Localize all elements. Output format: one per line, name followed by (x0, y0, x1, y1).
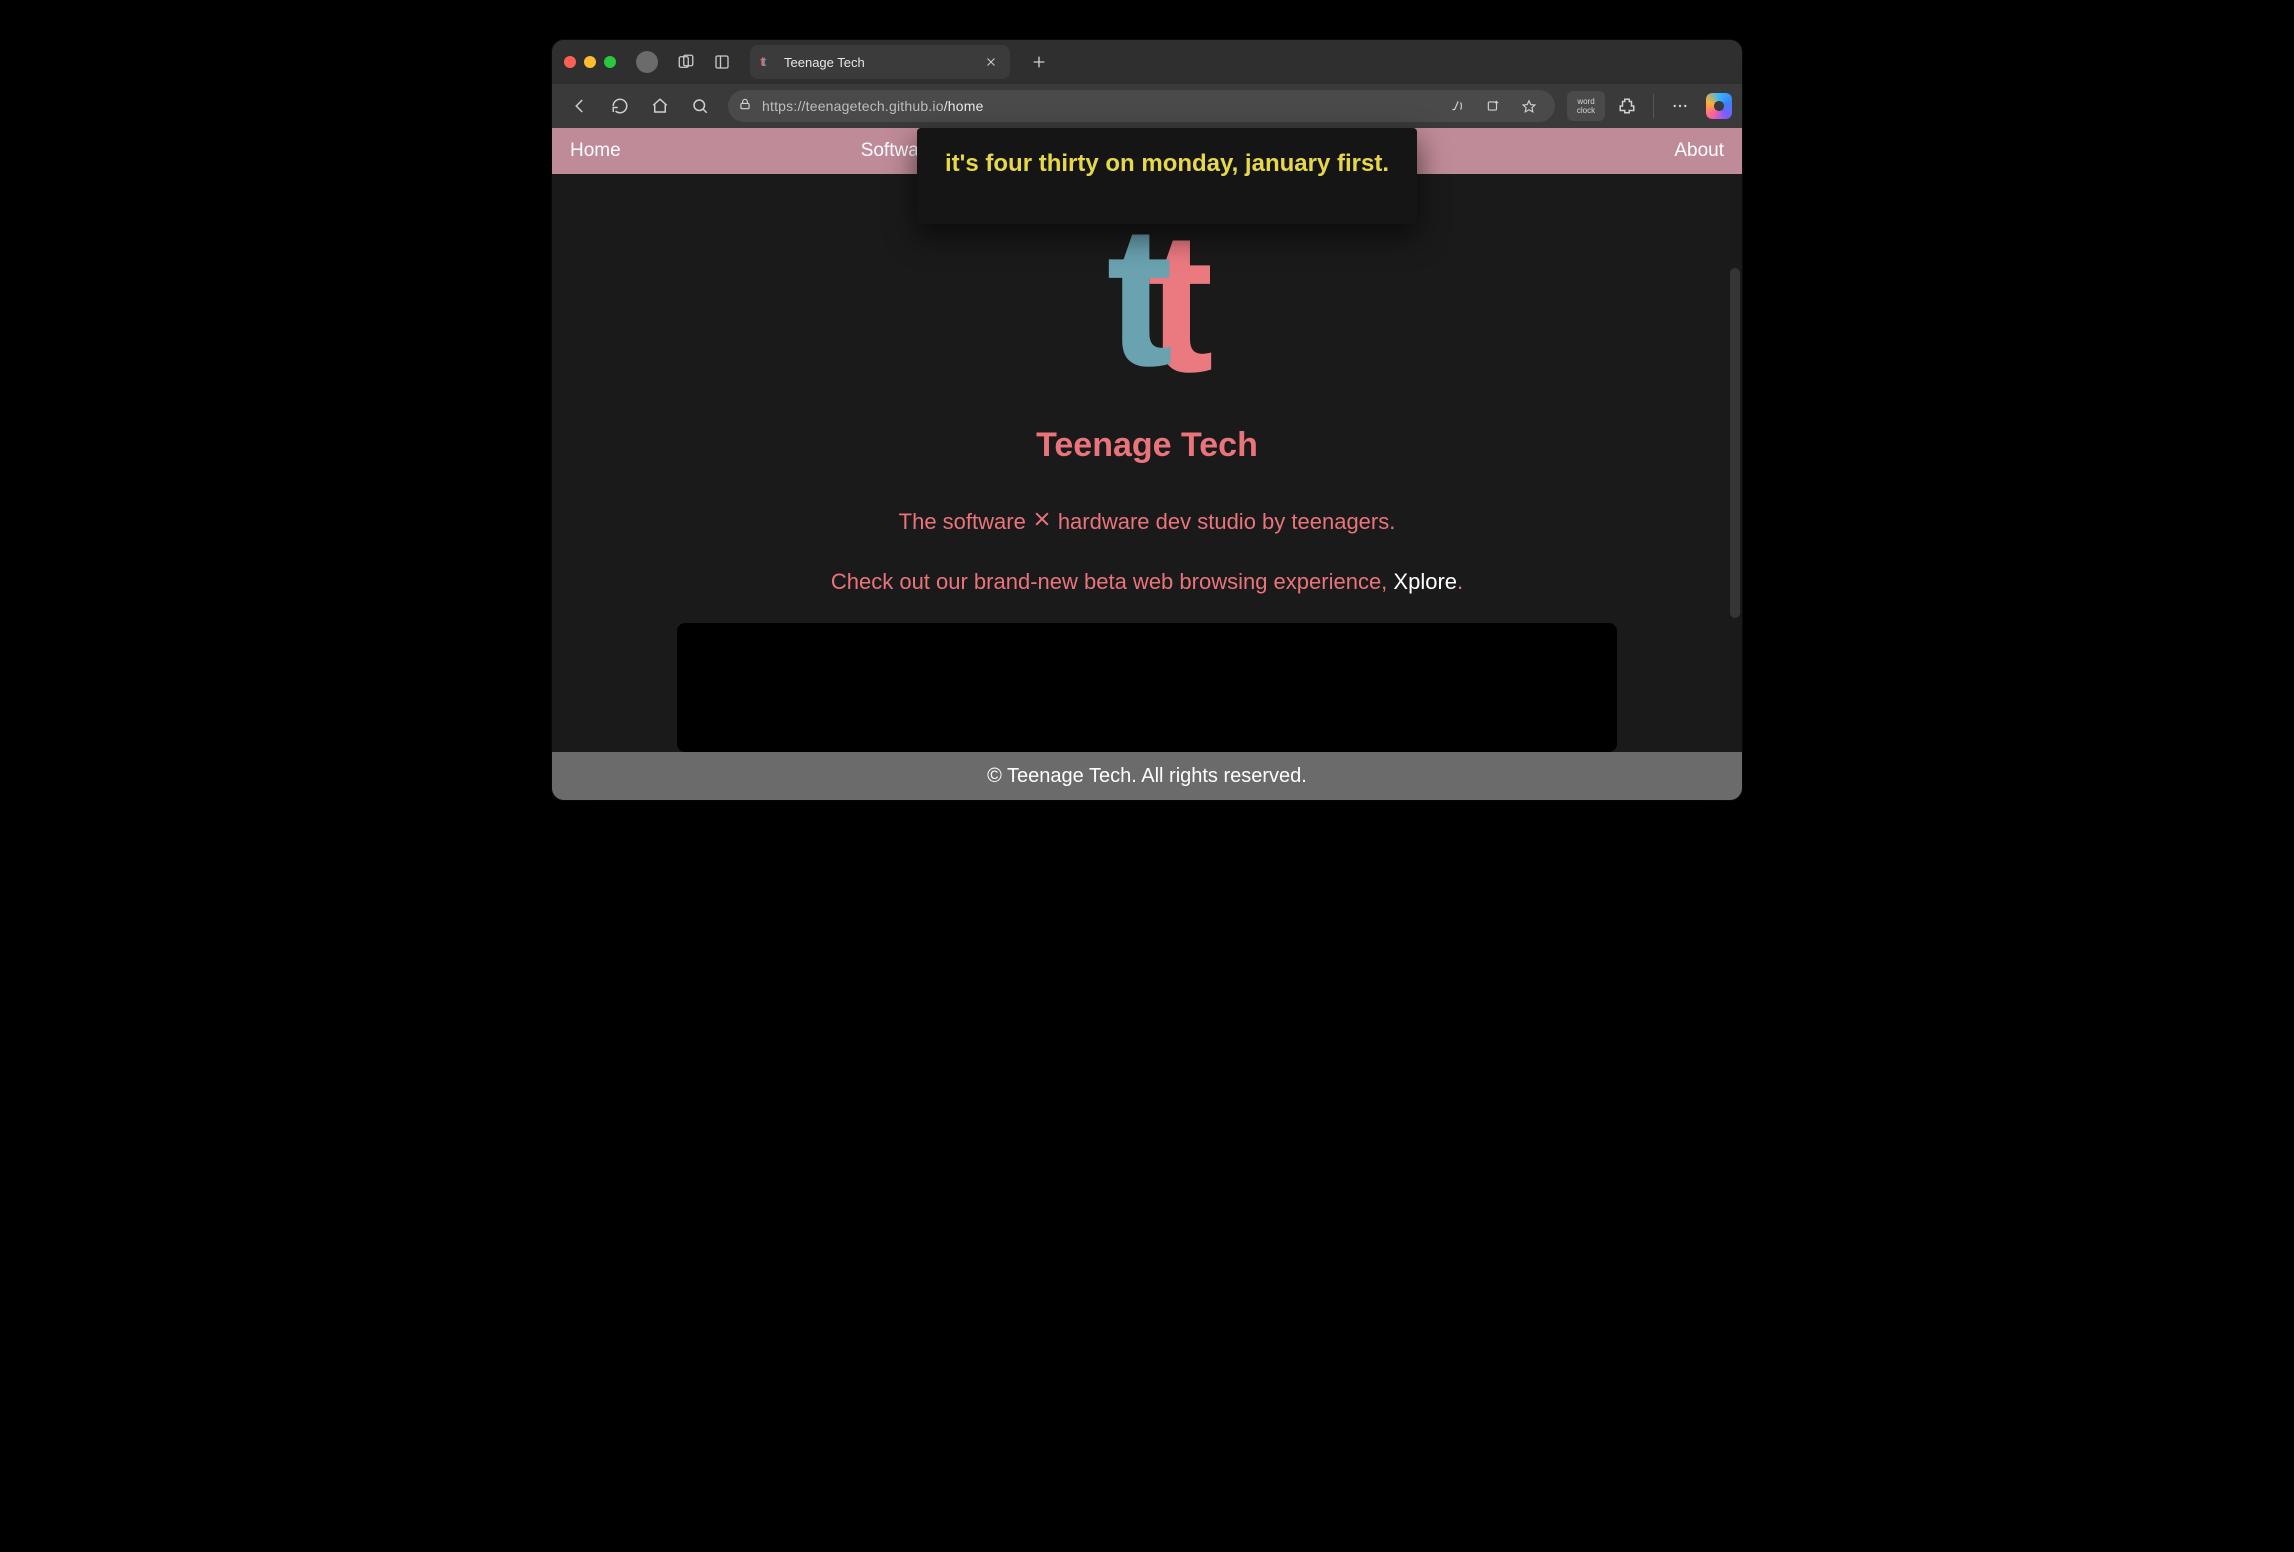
wordclock-tooltip: it's four thirty on monday, january firs… (917, 128, 1417, 224)
nav-home[interactable]: Home (570, 140, 621, 162)
brand-title: Teenage Tech (1036, 426, 1258, 465)
home-button[interactable] (642, 90, 678, 122)
browser-toolbar: https://teenagetech.github.io/home word … (552, 84, 1742, 128)
tab-title: Teenage Tech (784, 55, 974, 70)
search-button[interactable] (682, 90, 718, 122)
wordclock-extension-button[interactable]: word clock (1567, 91, 1605, 121)
read-aloud-icon[interactable] (1441, 92, 1473, 120)
window-controls (564, 56, 616, 68)
wordclock-extension-label: word clock (1577, 97, 1595, 115)
window-close-button[interactable] (564, 56, 576, 68)
lock-icon (738, 97, 752, 116)
window-fullscreen-button[interactable] (604, 56, 616, 68)
nav-about[interactable]: About (1674, 140, 1724, 162)
profile-avatar[interactable] (636, 51, 658, 73)
x-icon (1032, 509, 1052, 535)
address-bar[interactable]: https://teenagetech.github.io/home (728, 90, 1555, 122)
address-text: https://teenagetech.github.io/home (762, 98, 984, 114)
tab-favicon: tt (760, 54, 776, 70)
page-viewport: Home Software About tt Teenage Tech The … (552, 128, 1742, 800)
collections-add-icon[interactable] (1477, 92, 1509, 120)
tab-close-button[interactable] (982, 53, 1000, 71)
tagline: The software hardware dev studio by teen… (899, 509, 1396, 535)
cta-line: Check out our brand-new beta web browsin… (831, 569, 1463, 595)
page-content: tt Teenage Tech The software hardware de… (552, 174, 1742, 752)
hero-embed (677, 623, 1617, 752)
site-logo: tt (1106, 218, 1187, 388)
toolbar-divider (1653, 94, 1654, 118)
browser-tab[interactable]: tt Teenage Tech (750, 45, 1010, 79)
window-minimize-button[interactable] (584, 56, 596, 68)
extensions-icon[interactable] (1609, 90, 1645, 122)
back-button[interactable] (562, 90, 598, 122)
settings-more-icon[interactable] (1662, 90, 1698, 122)
titlebar: tt Teenage Tech (552, 40, 1742, 84)
browser-window: tt Teenage Tech htt (552, 40, 1742, 800)
scrollbar-thumb[interactable] (1730, 268, 1740, 618)
vertical-tabs-icon[interactable] (708, 48, 736, 76)
xplore-link[interactable]: Xplore (1393, 569, 1457, 594)
favorite-star-icon[interactable] (1513, 92, 1545, 120)
page-footer: © Teenage Tech. All rights reserved. (552, 752, 1742, 800)
refresh-button[interactable] (602, 90, 638, 122)
copilot-icon[interactable] (1706, 93, 1732, 119)
workspaces-icon[interactable] (672, 48, 700, 76)
new-tab-button[interactable] (1024, 47, 1054, 77)
